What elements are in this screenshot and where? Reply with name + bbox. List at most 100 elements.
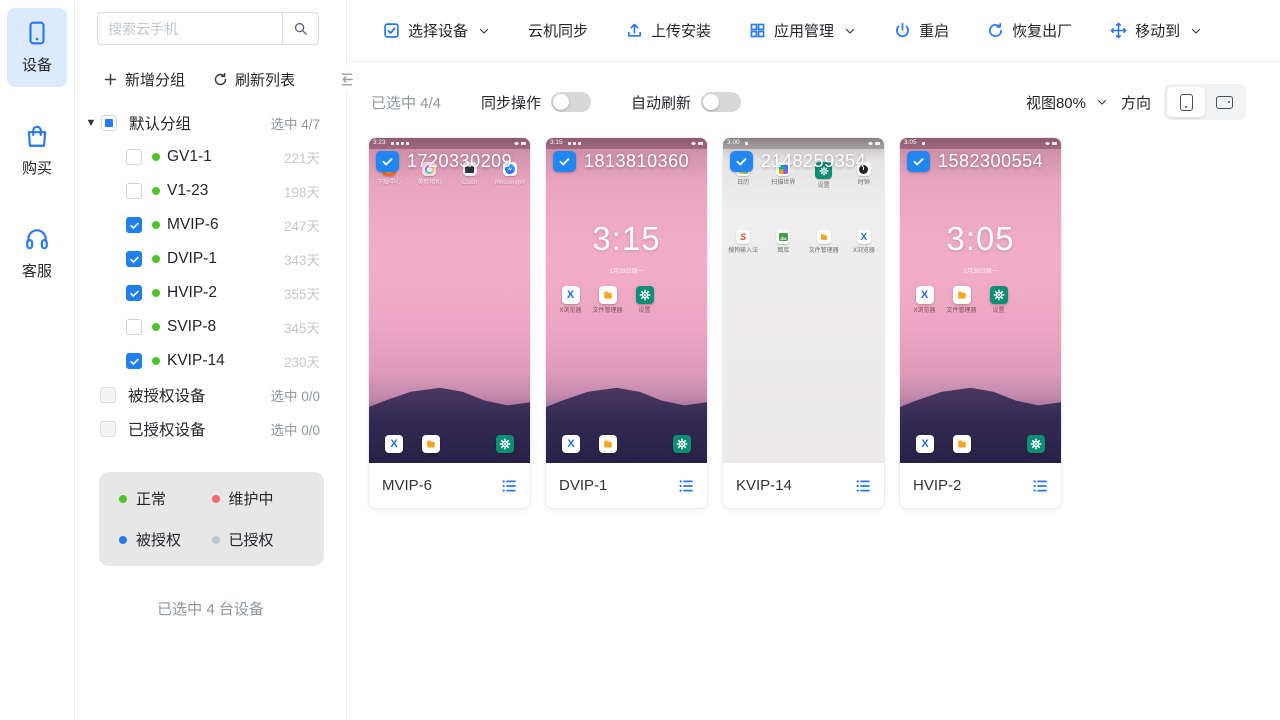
group-row-authorized-out[interactable]: 已授权设备 选中 0/0 <box>84 412 320 446</box>
phone-screen[interactable]: 3:05 3:05 1月29日周一 X X浏览器 文件管理器 <box>900 138 1061 463</box>
card-menu-icon[interactable] <box>678 478 694 494</box>
group-checkbox-indeterminate[interactable] <box>101 115 117 131</box>
app-label: 文件管理器 <box>946 308 976 314</box>
phone-statusbar: 3:00 <box>723 138 884 149</box>
device-checkbox-checked[interactable] <box>126 217 142 233</box>
app-x-browser: X X浏览器 <box>552 286 589 314</box>
cloud-sync-button[interactable]: 云机同步 <box>528 20 588 41</box>
group-row-authorized-to-me[interactable]: 被授权设备 选中 0/0 <box>84 378 320 412</box>
folder-glyph <box>603 290 613 300</box>
card-menu-icon[interactable] <box>1032 478 1048 494</box>
settings-icon <box>636 286 654 304</box>
device-checkbox-checked[interactable] <box>126 353 142 369</box>
device-checkbox[interactable] <box>126 149 142 165</box>
nav-item-devices[interactable]: 设备 <box>7 8 67 87</box>
x-browser-icon: X <box>857 230 871 244</box>
factory-reset-label: 恢复出厂 <box>1012 20 1072 41</box>
phone-screen[interactable]: 3:23 下载中心 美颜相机 <box>369 138 530 463</box>
device-days: 198天 <box>284 181 320 201</box>
device-row[interactable]: DVIP-1 343天 <box>84 242 320 276</box>
phone-icon <box>24 20 50 46</box>
group-row-default[interactable]: ▼ 默认分组 选中 4/7 <box>84 106 320 140</box>
gear-glyph <box>993 289 1005 301</box>
statusbar-time: 3:15 <box>550 140 563 147</box>
app-label: Messenger <box>495 180 525 186</box>
device-row[interactable]: V1-23 198天 <box>84 174 320 208</box>
upload-install-button[interactable]: 上传安装 <box>626 20 711 41</box>
settings-icon <box>673 435 691 453</box>
x-glyph: X <box>567 289 574 301</box>
device-row[interactable]: KVIP-14 230天 <box>84 344 320 378</box>
nav-item-buy[interactable]: 购买 <box>7 111 67 190</box>
device-row[interactable]: HVIP-2 355天 <box>84 276 320 310</box>
view-zoom-select[interactable]: 视图80% <box>1026 92 1108 113</box>
card-menu-icon[interactable] <box>501 478 517 494</box>
app-label: 设置 <box>818 183 830 189</box>
group-checkbox-disabled[interactable] <box>100 421 116 437</box>
device-row[interactable]: SVIP-8 345天 <box>84 310 320 344</box>
legend-item-maintenance: 维护中 <box>212 488 305 509</box>
orientation-landscape-button[interactable] <box>1205 87 1243 117</box>
legend-label: 维护中 <box>229 488 274 509</box>
file-manager-icon <box>599 286 617 304</box>
device-serial: 2148259354 <box>761 151 866 172</box>
device-checkbox-checked[interactable] <box>126 251 142 267</box>
lockscreen-date: 1月29日周一 <box>900 266 1061 275</box>
app-label: 设置 <box>992 308 1004 314</box>
device-days: 221天 <box>284 147 320 167</box>
headset-icon <box>24 226 50 252</box>
refresh-list-button[interactable]: 刷新列表 <box>213 69 295 90</box>
card-menu-icon[interactable] <box>855 478 871 494</box>
statusbar-notification-icons <box>922 142 925 145</box>
card-footer: HVIP-2 <box>900 463 1061 508</box>
sync-operation-toggle[interactable] <box>551 92 591 112</box>
phone-dock: X <box>900 435 1061 453</box>
group-checkbox-disabled[interactable] <box>100 387 116 403</box>
device-tree: ▼ 默认分组 选中 4/7 GV1-1 221天 V1-23 198天 MV <box>75 106 346 446</box>
collapse-panel-button[interactable] <box>336 66 356 92</box>
move-to-label: 移动到 <box>1135 20 1180 41</box>
group-name: 被授权设备 <box>128 384 206 406</box>
select-device-button[interactable]: 选择设备 <box>383 20 490 41</box>
card-checkbox-checked[interactable] <box>907 151 930 172</box>
shopping-bag-icon <box>24 123 50 149</box>
card-checkbox-checked[interactable] <box>730 151 753 172</box>
card-checkbox-checked[interactable] <box>553 151 576 172</box>
factory-reset-button[interactable]: 恢复出厂 <box>987 20 1072 41</box>
check-icon <box>381 155 394 168</box>
phone-dock: X <box>369 435 530 453</box>
search-button[interactable] <box>282 12 319 45</box>
auto-refresh-toggle[interactable] <box>701 92 741 112</box>
search-input[interactable] <box>97 12 282 45</box>
file-manager-icon <box>817 230 831 244</box>
check-icon <box>129 356 140 367</box>
app-label: X浏览器 <box>853 248 875 254</box>
app-label: 扫描世界 <box>771 180 795 186</box>
legend-dot <box>119 495 127 503</box>
app-manage-button[interactable]: 应用管理 <box>749 20 856 41</box>
nav-item-support[interactable]: 客服 <box>7 214 67 293</box>
device-checkbox[interactable] <box>126 319 142 335</box>
move-to-button[interactable]: 移动到 <box>1110 20 1202 41</box>
phone-screen[interactable]: 3:00 日历 扫描世界 <box>723 138 884 463</box>
card-checkbox-checked[interactable] <box>376 151 399 172</box>
folder-glyph <box>820 233 828 241</box>
reboot-button[interactable]: 重启 <box>894 20 949 41</box>
device-checkbox[interactable] <box>126 183 142 199</box>
sogou-input-icon: S <box>736 230 750 244</box>
x-glyph: X <box>921 289 928 301</box>
device-checkbox-checked[interactable] <box>126 285 142 301</box>
status-dot <box>152 221 160 229</box>
add-group-button[interactable]: 新增分组 <box>103 69 185 90</box>
device-card-grid: 3:23 下载中心 美颜相机 <box>368 137 1280 509</box>
device-row[interactable]: GV1-1 221天 <box>84 140 320 174</box>
file-manager-icon <box>953 286 971 304</box>
caret-down-icon[interactable]: ▼ <box>84 117 98 129</box>
device-row[interactable]: MVIP-6 247天 <box>84 208 320 242</box>
plus-icon <box>103 72 118 87</box>
app-x-browser: X X浏览器 <box>853 230 875 254</box>
orientation-portrait-button[interactable] <box>1167 87 1205 117</box>
phone-screen[interactable]: 3:15 3:15 1月29日周一 X X浏览器 文件管理器 <box>546 138 707 463</box>
statusbar-battery-icon <box>514 142 526 145</box>
folder-glyph <box>957 290 967 300</box>
